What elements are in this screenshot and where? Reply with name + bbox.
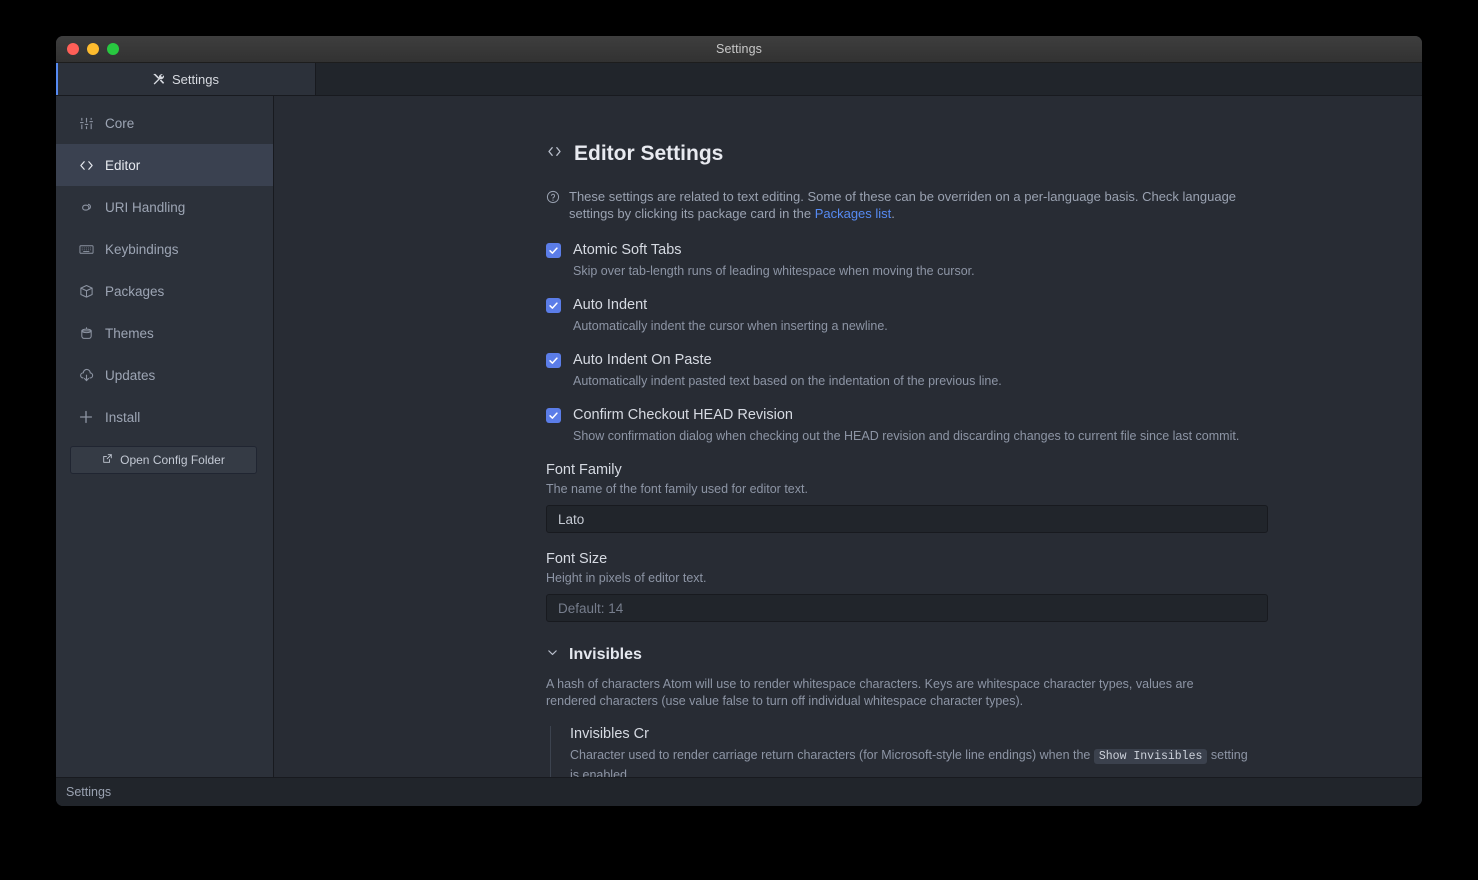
invisibles-cr-label: Invisibles Cr	[570, 726, 649, 742]
checkbox-row[interactable]: Atomic Soft Tabs	[546, 242, 1268, 258]
external-link-icon	[102, 453, 113, 467]
status-bar: Settings	[56, 777, 1422, 806]
invisibles-cr-desc-before: Character used to render carriage return…	[570, 748, 1094, 762]
settings-note: These settings are related to text editi…	[546, 188, 1268, 222]
invisibles-section-header[interactable]: Invisibles	[546, 646, 1268, 664]
setting-auto-indent-on-paste: Auto Indent On Paste Automatically inden…	[546, 352, 1268, 389]
sidebar-item-themes[interactable]: Themes	[56, 312, 273, 354]
zoom-window-button[interactable]	[107, 43, 119, 55]
window-title: Settings	[716, 42, 762, 56]
sliders-icon	[78, 115, 94, 131]
sidebar-item-label: Install	[105, 409, 141, 425]
paintbucket-icon	[78, 325, 94, 341]
confirm-checkout-head-revision-checkbox[interactable]	[546, 407, 561, 423]
sidebar-item-label: Themes	[105, 325, 154, 341]
font-size-input[interactable]: Default: 14	[546, 594, 1268, 622]
tab-settings[interactable]: Settings	[56, 63, 316, 95]
window-titlebar: Settings	[56, 36, 1422, 63]
status-bar-label[interactable]: Settings	[66, 785, 111, 799]
sidebar-item-packages[interactable]: Packages	[56, 270, 273, 312]
font-size-description: Height in pixels of editor text.	[546, 571, 707, 585]
config-button-wrapper: Open Config Folder	[56, 438, 273, 474]
setting-invisibles-cr: Invisibles Cr Character used to render c…	[550, 726, 1268, 777]
sidebar-item-keybindings[interactable]: Keybindings	[56, 228, 273, 270]
setting-font-size: Font Size Height in pixels of editor tex…	[546, 551, 1268, 622]
setting-label: Confirm Checkout HEAD Revision	[573, 407, 793, 423]
sidebar-item-label: URI Handling	[105, 199, 186, 215]
tools-icon	[152, 73, 165, 86]
minimize-window-button[interactable]	[87, 43, 99, 55]
auto-indent-on-paste-checkbox[interactable]	[546, 352, 561, 368]
invisibles-cr-description: Character used to render carriage return…	[570, 746, 1250, 777]
sidebar-item-label: Packages	[105, 283, 165, 299]
settings-main-panel: Editor Settings These settings are relat…	[274, 96, 1422, 777]
tab-label: Settings	[172, 71, 219, 87]
invisibles-section-title: Invisibles	[569, 646, 642, 663]
sidebar-item-install[interactable]: Install	[56, 396, 273, 438]
sidebar-item-core[interactable]: Core	[56, 102, 273, 144]
question-icon	[546, 188, 560, 222]
setting-label: Atomic Soft Tabs	[573, 242, 682, 258]
checkbox-row[interactable]: Confirm Checkout HEAD Revision	[546, 407, 1268, 423]
setting-description: Automatically indent pasted text based o…	[573, 374, 1002, 388]
setting-description: Automatically indent the cursor when ins…	[573, 319, 888, 333]
config-button-label: Open Config Folder	[120, 453, 225, 467]
page-title-text: Editor Settings	[574, 142, 724, 165]
invisibles-section-description: A hash of characters Atom will use to re…	[546, 677, 1194, 708]
font-family-input[interactable]: Lato	[546, 505, 1268, 533]
setting-label: Auto Indent	[573, 297, 648, 313]
setting-confirm-checkout-head-revision: Confirm Checkout HEAD Revision Show conf…	[546, 407, 1268, 444]
close-window-button[interactable]	[67, 43, 79, 55]
setting-atomic-soft-tabs: Atomic Soft Tabs Skip over tab-length ru…	[546, 242, 1268, 279]
tab-bar-empty-area	[316, 63, 1422, 95]
show-invisibles-code: Show Invisibles	[1093, 749, 1208, 764]
sidebar-item-label: Updates	[105, 367, 156, 383]
packages-list-link[interactable]: Packages list	[815, 206, 892, 221]
sidebar-item-uri-handling[interactable]: URI Handling	[56, 186, 273, 228]
code-icon	[546, 142, 563, 166]
link-icon	[78, 199, 94, 215]
cloud-download-icon	[78, 367, 94, 383]
note-text-before: These settings are related to text editi…	[569, 189, 1237, 221]
font-family-label: Font Family	[546, 462, 622, 478]
package-icon	[78, 283, 94, 299]
sidebar-item-label: Core	[105, 115, 135, 131]
setting-font-family: Font Family The name of the font family …	[546, 462, 1268, 533]
settings-sidebar: Core Editor URI Handling Keybindings Pac…	[56, 96, 274, 777]
font-size-label: Font Size	[546, 551, 608, 567]
atomic-soft-tabs-checkbox[interactable]	[546, 242, 561, 258]
note-text-after: .	[891, 206, 895, 221]
auto-indent-checkbox[interactable]	[546, 297, 561, 313]
sidebar-item-updates[interactable]: Updates	[56, 354, 273, 396]
sidebar-item-label: Keybindings	[105, 241, 179, 257]
sidebar-item-editor[interactable]: Editor	[56, 144, 273, 186]
code-icon	[78, 157, 94, 173]
font-family-description: The name of the font family used for edi…	[546, 482, 808, 496]
setting-auto-indent: Auto Indent Automatically indent the cur…	[546, 297, 1268, 334]
traffic-light-group	[56, 43, 119, 55]
page-title: Editor Settings	[546, 142, 1268, 166]
tab-bar: Settings	[56, 63, 1422, 96]
settings-window: Settings Settings Core Editor URI Handli…	[56, 36, 1422, 806]
keyboard-icon	[78, 241, 94, 257]
window-body: Core Editor URI Handling Keybindings Pac…	[56, 96, 1422, 777]
chevron-down-icon[interactable]	[546, 646, 559, 664]
open-config-folder-button[interactable]: Open Config Folder	[70, 446, 257, 474]
setting-label: Auto Indent On Paste	[573, 352, 712, 368]
checkbox-row[interactable]: Auto Indent	[546, 297, 1268, 313]
setting-description: Skip over tab-length runs of leading whi…	[573, 264, 975, 278]
plus-icon	[78, 409, 94, 425]
checkbox-row[interactable]: Auto Indent On Paste	[546, 352, 1268, 368]
setting-description: Show confirmation dialog when checking o…	[573, 429, 1240, 443]
settings-note-text: These settings are related to text editi…	[569, 188, 1268, 222]
sidebar-item-label: Editor	[105, 157, 141, 173]
invisibles-section: Invisibles A hash of characters Atom wil…	[546, 646, 1268, 777]
